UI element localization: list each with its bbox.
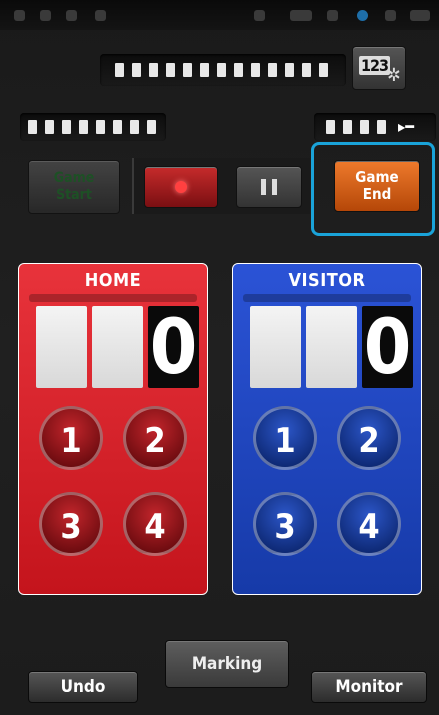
- visitor-add-3-button[interactable]: 3: [253, 492, 317, 556]
- status-icon: [327, 10, 338, 21]
- gear-icon: ✲: [387, 65, 401, 86]
- display-segment: [132, 63, 141, 77]
- pause-button[interactable]: [236, 166, 302, 208]
- home-score: 0: [148, 302, 199, 391]
- display-segment: [217, 63, 226, 77]
- visitor-add-1-button[interactable]: 1: [253, 406, 317, 470]
- status-icon: [14, 10, 25, 21]
- display-segment: [234, 63, 243, 77]
- status-icon: [410, 10, 430, 21]
- score-digit-blank: [250, 306, 301, 388]
- status-icon: [290, 10, 312, 21]
- score-digit-blank: [306, 306, 357, 388]
- home-add-4-button[interactable]: 4: [123, 492, 187, 556]
- monitor-button[interactable]: Monitor: [311, 671, 427, 703]
- marking-button[interactable]: Marking: [165, 640, 289, 688]
- status-bar: [0, 0, 439, 30]
- scoreboard-app: 123 ✲ ▸━ Game Start Game End HOME 0 1 2 …: [0, 0, 439, 715]
- score-digit-blank: [36, 306, 87, 388]
- record-button[interactable]: [144, 166, 218, 208]
- score-digit-blank: [92, 306, 143, 388]
- settings-button[interactable]: 123 ✲: [352, 46, 406, 90]
- title-display: [100, 54, 346, 86]
- display-segment: [147, 120, 156, 134]
- title-underline: [29, 294, 197, 302]
- display-segment: [130, 120, 139, 134]
- display-segment: [360, 120, 369, 134]
- display-segment: [62, 120, 71, 134]
- display-segment: [319, 63, 328, 77]
- plug-icon: ▸━: [398, 117, 414, 136]
- display-segment: [166, 63, 175, 77]
- display-segment: [377, 120, 386, 134]
- status-icon: [385, 10, 396, 21]
- display-segment: [113, 120, 122, 134]
- home-add-2-button[interactable]: 2: [123, 406, 187, 470]
- record-icon: [175, 181, 187, 193]
- title-underline: [243, 294, 411, 302]
- display-segment: [302, 63, 311, 77]
- display-segment: [28, 120, 37, 134]
- status-icon: [66, 10, 77, 21]
- visitor-add-4-button[interactable]: 4: [337, 492, 401, 556]
- game-start-button[interactable]: Game Start: [28, 160, 120, 214]
- status-icon: [357, 10, 368, 21]
- pause-icon: [261, 179, 277, 195]
- display-segment: [285, 63, 294, 77]
- display-segment: [149, 63, 158, 77]
- status-icon: [254, 10, 265, 21]
- display-segment: [343, 120, 352, 134]
- home-add-1-button[interactable]: 1: [39, 406, 103, 470]
- display-segment: [45, 120, 54, 134]
- display-segment: [115, 63, 124, 77]
- title-display-secondary: [20, 113, 166, 141]
- display-segment: [268, 63, 277, 77]
- status-icon: [40, 10, 51, 21]
- undo-button[interactable]: Undo: [28, 671, 138, 703]
- game-end-button[interactable]: Game End: [334, 160, 420, 212]
- visitor-panel: VISITOR 0 1 2 3 4: [232, 263, 422, 595]
- display-segment: [251, 63, 260, 77]
- visitor-title: VISITOR: [288, 270, 366, 291]
- display-segment: [183, 63, 192, 77]
- status-icon: [95, 10, 106, 21]
- display-segment: [200, 63, 209, 77]
- visitor-score: 0: [362, 302, 413, 391]
- home-add-3-button[interactable]: 3: [39, 492, 103, 556]
- display-segment: [79, 120, 88, 134]
- visitor-add-2-button[interactable]: 2: [337, 406, 401, 470]
- home-title: HOME: [84, 270, 142, 291]
- battery-display: ▸━: [314, 113, 436, 141]
- display-segment: [326, 120, 335, 134]
- home-panel: HOME 0 1 2 3 4: [18, 263, 208, 595]
- score-settings-icon: 123: [359, 56, 391, 75]
- display-segment: [96, 120, 105, 134]
- record-controls: [132, 158, 310, 214]
